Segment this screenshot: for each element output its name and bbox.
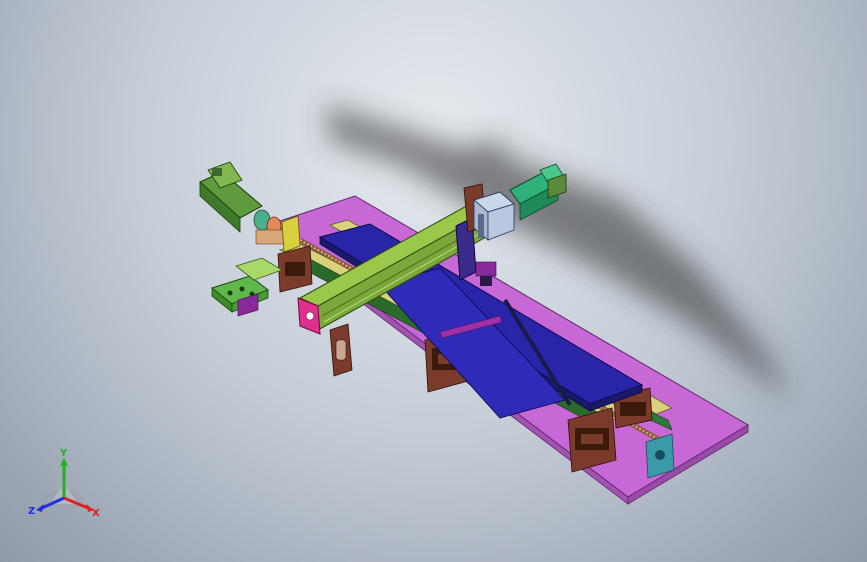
assembly-model[interactable] — [0, 0, 867, 562]
gripper-frame[interactable] — [472, 191, 516, 241]
gantry-leg[interactable] — [329, 323, 353, 377]
triad-y-label: Y — [59, 448, 68, 459]
coordinate-triad: Y X Z — [28, 448, 100, 519]
control-box[interactable] — [210, 257, 283, 317]
pillow-block-bearing[interactable] — [645, 433, 675, 479]
support-bracket-1[interactable] — [277, 245, 313, 293]
cad-viewport[interactable]: Y X Z — [0, 0, 867, 562]
triad-x-label: X — [92, 508, 100, 519]
servo-motor-left[interactable] — [199, 161, 263, 233]
triad-z-label: Z — [28, 506, 35, 517]
